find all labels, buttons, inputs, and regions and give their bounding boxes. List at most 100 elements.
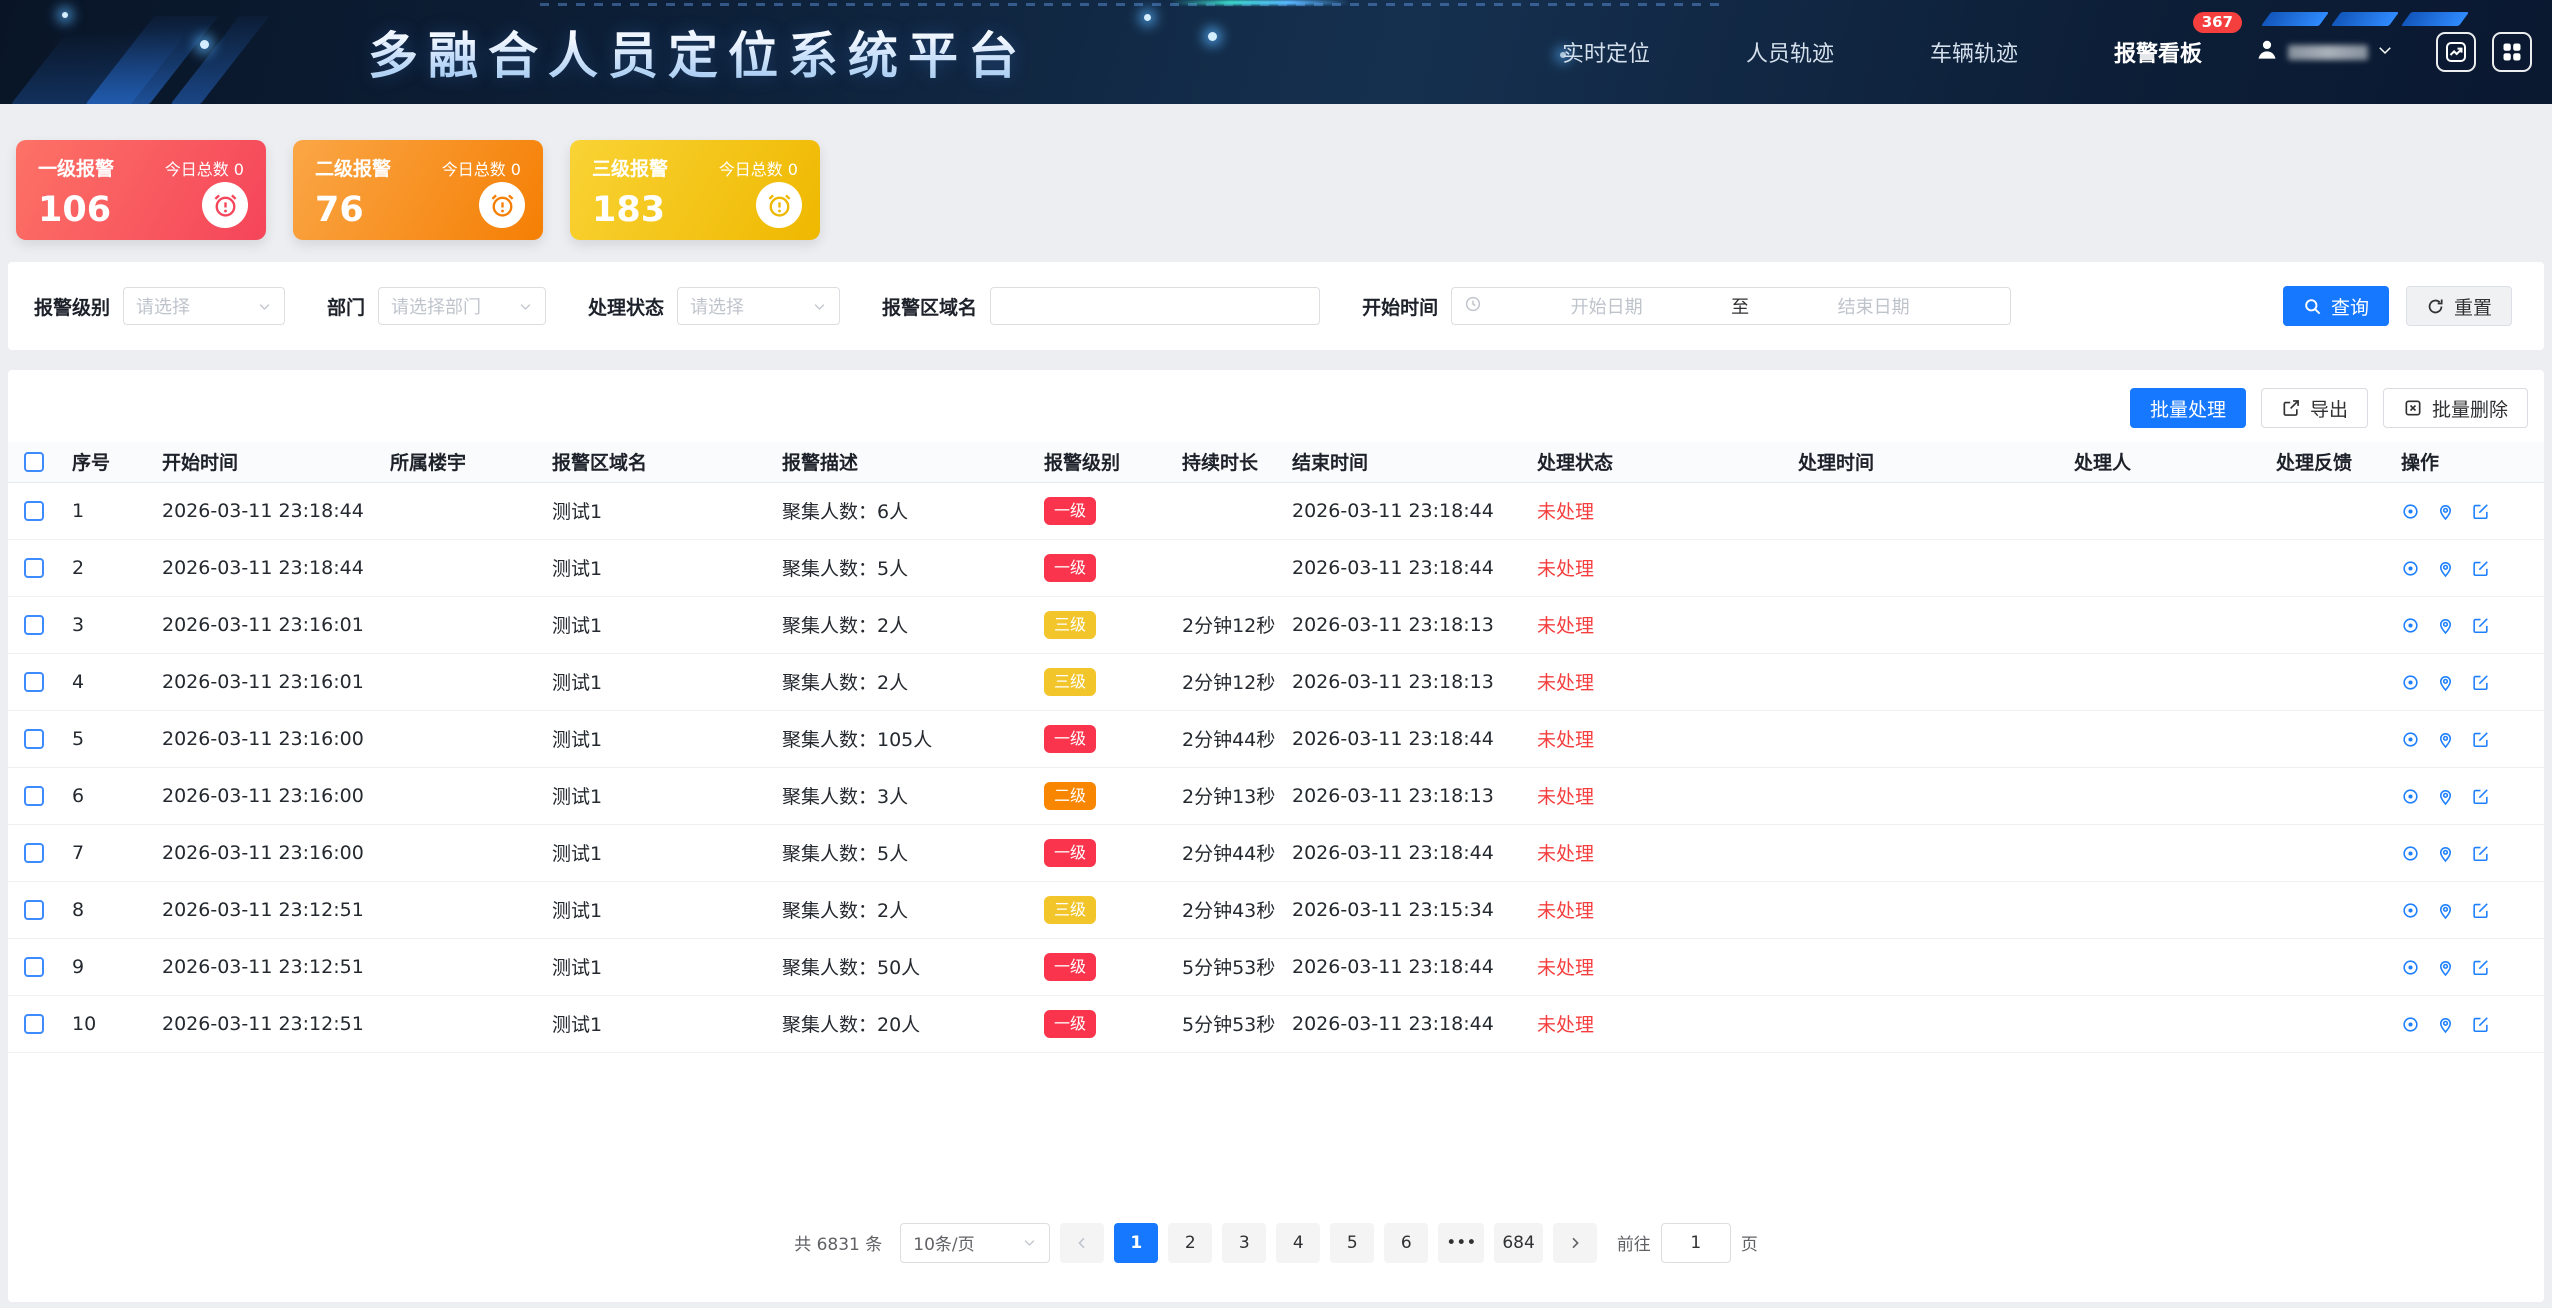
next-page-button[interactable] bbox=[1553, 1223, 1597, 1263]
location-icon[interactable] bbox=[2436, 1015, 2455, 1034]
location-icon[interactable] bbox=[2436, 787, 2455, 806]
row-checkbox[interactable] bbox=[24, 843, 44, 863]
cell-duration: 5分钟53秒 bbox=[1166, 938, 1276, 995]
cell-level: 一级 bbox=[1028, 710, 1166, 767]
row-checkbox[interactable] bbox=[24, 672, 44, 692]
nav-alarm-badge: 367 bbox=[2193, 12, 2242, 33]
location-icon[interactable] bbox=[2436, 673, 2455, 692]
location-icon[interactable] bbox=[2436, 844, 2455, 863]
cell-handler bbox=[2058, 539, 2260, 596]
edit-icon[interactable] bbox=[2471, 787, 2490, 806]
search-button[interactable]: 查询 bbox=[2283, 286, 2389, 326]
column-header: 处理时间 bbox=[1782, 442, 2058, 482]
location-icon[interactable] bbox=[2436, 958, 2455, 977]
edit-icon[interactable] bbox=[2471, 730, 2490, 749]
view-icon[interactable] bbox=[2401, 901, 2420, 920]
edit-icon[interactable] bbox=[2471, 559, 2490, 578]
alarm-stat-card: 二级报警 今日总数 0 76 bbox=[293, 140, 543, 240]
row-checkbox-cell bbox=[8, 824, 56, 881]
level-badge: 一级 bbox=[1044, 953, 1096, 981]
department-select[interactable]: 请选择部门 bbox=[378, 287, 546, 325]
nav-item-2[interactable]: 人员轨迹 bbox=[1746, 36, 1834, 68]
row-checkbox[interactable] bbox=[24, 501, 44, 521]
edit-icon[interactable] bbox=[2471, 616, 2490, 635]
page: 多融合人员定位系统平台 实时定位 人员轨迹 车辆轨迹 报警看板 367 bbox=[0, 0, 2552, 1308]
chart-shortcut-button[interactable] bbox=[2436, 32, 2476, 72]
edit-icon[interactable] bbox=[2471, 673, 2490, 692]
level-select[interactable]: 请选择 bbox=[123, 287, 285, 325]
glow-dot-decoration bbox=[200, 40, 209, 49]
cell-description: 聚集人数：6人 bbox=[766, 482, 1028, 539]
cell-status: 未处理 bbox=[1521, 824, 1782, 881]
page-ellipsis[interactable]: ••• bbox=[1438, 1223, 1484, 1263]
row-checkbox[interactable] bbox=[24, 729, 44, 749]
page-size-select[interactable]: 10条/页 bbox=[900, 1223, 1050, 1263]
row-checkbox[interactable] bbox=[24, 558, 44, 578]
cell-area-name: 测试1 bbox=[536, 710, 766, 767]
cell-description: 聚集人数：3人 bbox=[766, 767, 1028, 824]
page-button-2[interactable]: 2 bbox=[1168, 1223, 1212, 1263]
column-header: 处理反馈 bbox=[2260, 442, 2385, 482]
cell-handle-time bbox=[1782, 995, 2058, 1052]
level-badge: 一级 bbox=[1044, 497, 1096, 525]
view-icon[interactable] bbox=[2401, 1015, 2420, 1034]
view-icon[interactable] bbox=[2401, 673, 2420, 692]
date-range-picker[interactable]: 开始日期 至 结束日期 bbox=[1451, 287, 2011, 325]
end-date-placeholder: 结束日期 bbox=[1749, 293, 1998, 319]
page-button-684[interactable]: 684 bbox=[1494, 1223, 1542, 1263]
select-all-checkbox[interactable] bbox=[24, 452, 44, 472]
page-button-6[interactable]: 6 bbox=[1384, 1223, 1428, 1263]
cell-start-time: 2026-03-11 23:12:51 bbox=[146, 938, 374, 995]
batch-process-button[interactable]: 批量处理 bbox=[2130, 388, 2246, 428]
cell-start-time: 2026-03-11 23:16:01 bbox=[146, 596, 374, 653]
page-button-4[interactable]: 4 bbox=[1276, 1223, 1320, 1263]
glow-dot-decoration bbox=[62, 12, 68, 18]
status-select[interactable]: 请选择 bbox=[677, 287, 840, 325]
edit-icon[interactable] bbox=[2471, 1015, 2490, 1034]
view-icon[interactable] bbox=[2401, 787, 2420, 806]
row-checkbox[interactable] bbox=[24, 786, 44, 806]
view-icon[interactable] bbox=[2401, 844, 2420, 863]
location-icon[interactable] bbox=[2436, 901, 2455, 920]
location-icon[interactable] bbox=[2436, 616, 2455, 635]
nav-item-1[interactable]: 实时定位 bbox=[1562, 36, 1650, 68]
cell-handle-time bbox=[1782, 539, 2058, 596]
nav-item-3[interactable]: 车辆轨迹 bbox=[1930, 36, 2018, 68]
cell-area-name: 测试1 bbox=[536, 881, 766, 938]
page-button-3[interactable]: 3 bbox=[1222, 1223, 1266, 1263]
filter-department: 部门 请选择部门 bbox=[327, 287, 546, 325]
row-checkbox[interactable] bbox=[24, 957, 44, 977]
view-icon[interactable] bbox=[2401, 958, 2420, 977]
row-checkbox[interactable] bbox=[24, 1014, 44, 1034]
table-row: 9 2026-03-11 23:12:51 测试1 聚集人数：50人 一级 5分… bbox=[8, 938, 2544, 995]
edit-icon[interactable] bbox=[2471, 958, 2490, 977]
page-button-5[interactable]: 5 bbox=[1330, 1223, 1374, 1263]
view-icon[interactable] bbox=[2401, 616, 2420, 635]
chevron-down-icon bbox=[812, 299, 827, 314]
area-name-input[interactable] bbox=[990, 287, 1320, 325]
goto-page-input[interactable] bbox=[1661, 1223, 1731, 1263]
view-icon[interactable] bbox=[2401, 502, 2420, 521]
header-glow-decoration bbox=[1170, 0, 1350, 5]
export-button[interactable]: 导出 bbox=[2261, 388, 2368, 428]
reset-button[interactable]: 重置 bbox=[2406, 286, 2512, 326]
edit-icon[interactable] bbox=[2471, 901, 2490, 920]
column-header: 操作 bbox=[2385, 442, 2544, 482]
row-checkbox[interactable] bbox=[24, 615, 44, 635]
edit-icon[interactable] bbox=[2471, 502, 2490, 521]
page-button-1[interactable]: 1 bbox=[1114, 1223, 1158, 1263]
cell-area-name: 测试1 bbox=[536, 482, 766, 539]
edit-icon[interactable] bbox=[2471, 844, 2490, 863]
row-checkbox[interactable] bbox=[24, 900, 44, 920]
location-icon[interactable] bbox=[2436, 730, 2455, 749]
apps-grid-button[interactable] bbox=[2492, 32, 2532, 72]
view-icon[interactable] bbox=[2401, 559, 2420, 578]
prev-page-button[interactable] bbox=[1060, 1223, 1104, 1263]
location-icon[interactable] bbox=[2436, 502, 2455, 521]
user-menu[interactable] bbox=[2254, 37, 2394, 67]
view-icon[interactable] bbox=[2401, 730, 2420, 749]
batch-delete-button[interactable]: 批量删除 bbox=[2383, 388, 2528, 428]
nav-item-4[interactable]: 报警看板 367 bbox=[2114, 36, 2202, 68]
location-icon[interactable] bbox=[2436, 559, 2455, 578]
cell-actions bbox=[2385, 596, 2544, 653]
